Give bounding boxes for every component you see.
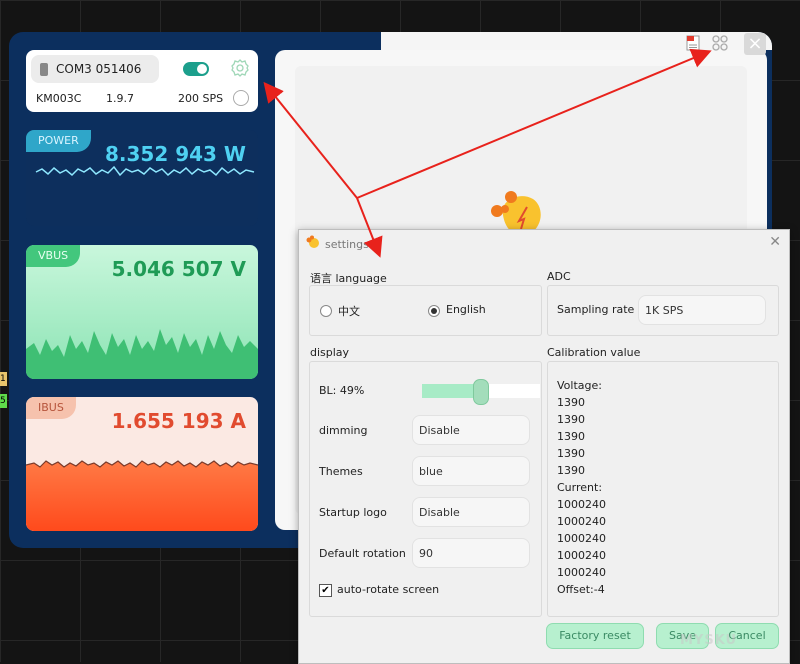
vbus-value: 5.046 507 V [111,257,246,281]
dialog-close-icon[interactable]: ✕ [769,234,781,250]
calibration-label: Calibration value [547,346,641,359]
grid-icon[interactable] [712,35,728,51]
info-icon[interactable] [233,90,249,106]
calibration-line: Voltage: [557,379,602,392]
watermark: MYSKU [680,633,738,648]
autorotate-checkbox[interactable]: ✔ [319,584,332,597]
calibration-line: Offset:-4 [557,583,605,596]
ibus-value: 1.655 193 A [111,409,246,433]
sample-rate: 200 SPS [178,92,224,105]
usb-icon [40,63,48,76]
calibration-line: 1000240 [557,532,606,545]
calibration-group: Voltage: 1390 1390 1390 1390 1390 Current: 1000… [547,361,779,617]
vbus-card: VBUS 5.046 507 V [26,245,258,379]
startup-logo-label: Startup logo [319,506,387,519]
calibration-line: 1000240 [557,566,606,579]
language-group: 中文 English [309,285,542,336]
calibration-line: 1390 [557,464,585,477]
settings-dialog: settings ✕ 语言 language 中文 English ADC Sa… [298,229,790,664]
calibration-values: Voltage: 1390 1390 1390 1390 1390 Current: 1000… [557,379,606,600]
power-tag: POWER [26,130,91,152]
dialog-title: settings [325,238,369,251]
ibus-card: IBUS 1.655 193 A [26,397,258,531]
power-waveform [35,165,255,177]
dimming-label: dimming [319,424,368,437]
backlight-slider[interactable] [422,379,540,405]
factory-reset-button[interactable]: Factory reset [546,623,644,649]
backlight-slider-handle[interactable] [472,379,489,405]
default-rotation-select[interactable]: 90 [412,538,530,568]
themes-label: Themes [319,465,363,478]
calibration-line: 1390 [557,430,585,443]
themes-select[interactable]: blue [412,456,530,486]
bl-label: BL: 49% [319,384,365,397]
startup-logo-select[interactable]: Disable [412,497,530,527]
vbus-waveform [26,329,258,379]
calibration-line: 1000240 [557,549,606,562]
radio-chinese-label: 中文 [338,305,360,318]
settings-logo-icon [306,235,319,248]
close-button[interactable]: × [744,33,766,55]
device-model: KM003C [36,92,82,105]
display-group: BL: 49% dimming Disable Themes blue Star… [309,361,542,617]
display-label: display [310,346,350,359]
marker-1: 1 [0,372,7,386]
dimming-select[interactable]: Disable [412,415,530,445]
language-label: 语言 language [310,272,387,285]
calibration-line: 1390 [557,396,585,409]
default-rotation-label: Default rotation [319,547,406,560]
calibration-line: 1390 [557,447,585,460]
device-card: COM3 051406 KM003C 1.9.7 200 SPS [26,50,258,112]
marker-2: 5 [0,394,7,408]
sampling-rate-label: Sampling rate [557,303,635,316]
calibration-line: 1390 [557,413,585,426]
firmware-version: 1.9.7 [106,92,134,105]
adc-group: Sampling rate 1K SPS [547,285,779,336]
power-card: POWER 8.352 943 W [26,130,258,226]
pdf-icon[interactable] [686,35,700,51]
autorotate-label: auto-rotate screen [337,583,440,596]
port-label: COM3 051406 [56,62,142,76]
radio-chinese[interactable] [320,305,332,317]
ibus-tag: IBUS [26,397,76,419]
ibus-waveform [26,460,258,531]
calibration-line: Current: [557,481,603,494]
adc-label: ADC [547,270,571,283]
radio-english-label: English [446,303,486,316]
gear-icon[interactable] [230,58,250,78]
backlight-slider-fill [422,384,480,398]
calibration-line: 1000240 [557,515,606,528]
calibration-line: 1000240 [557,498,606,511]
radio-english[interactable] [428,305,440,317]
port-selector[interactable]: COM3 051406 [31,55,159,83]
connect-toggle[interactable] [183,62,209,76]
sampling-rate-select[interactable]: 1K SPS [638,295,766,325]
vbus-tag: VBUS [26,245,81,267]
